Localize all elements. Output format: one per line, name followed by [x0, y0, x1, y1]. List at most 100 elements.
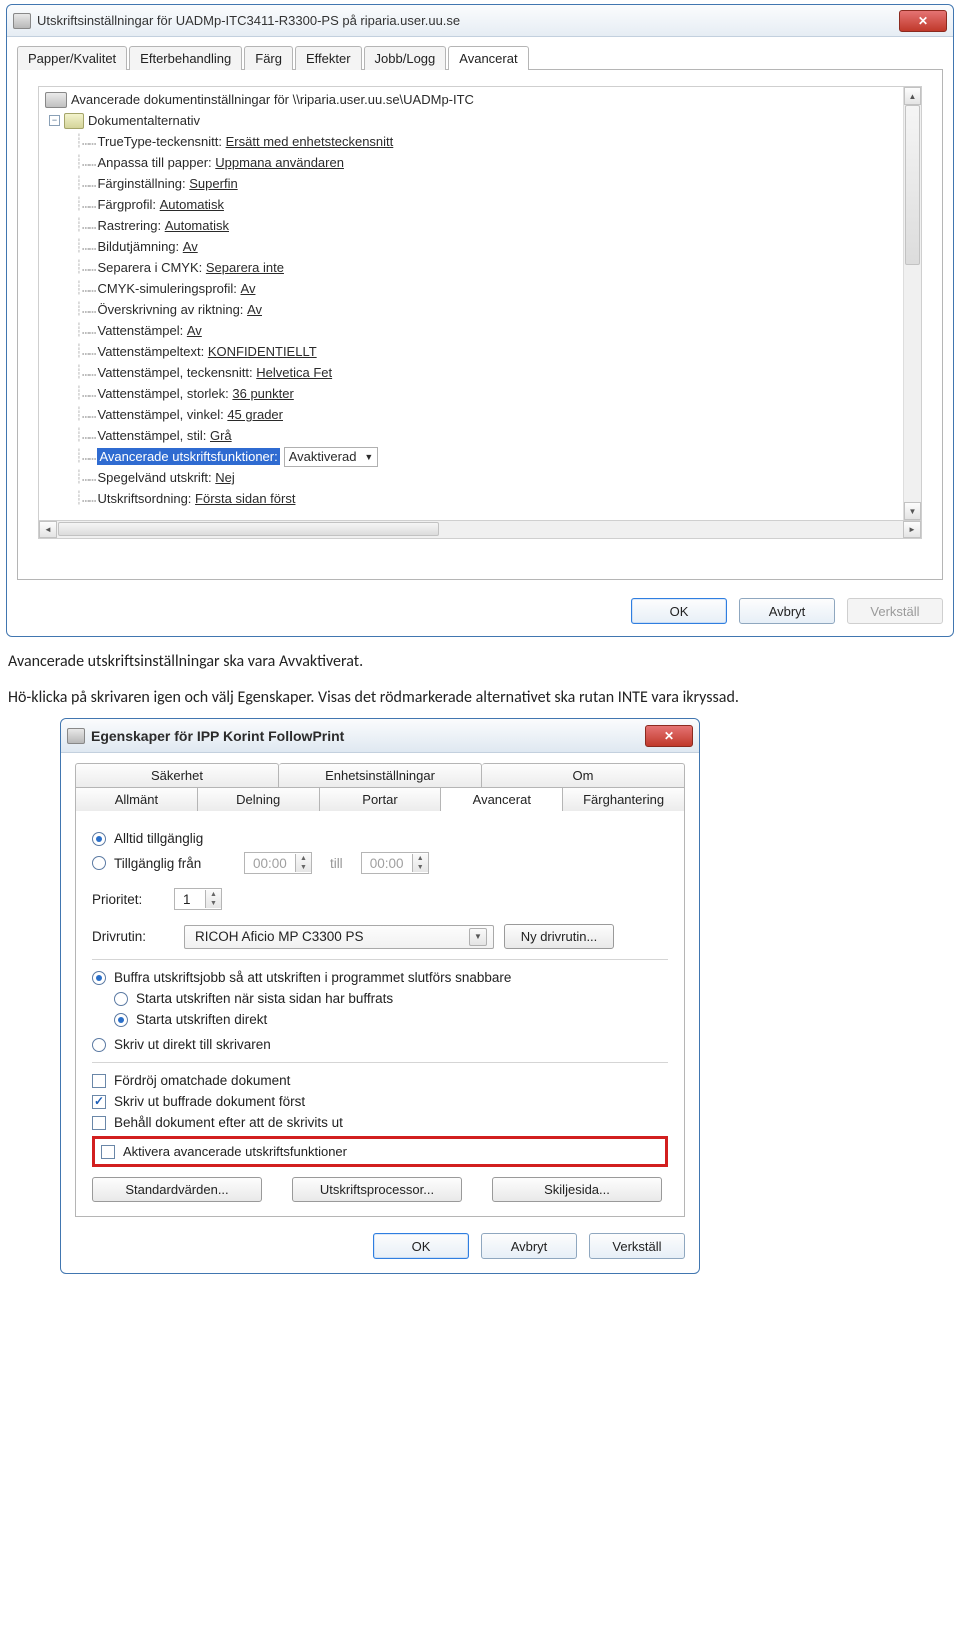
enable-advanced-label: Aktivera avancerade utskriftsfunktioner [123, 1144, 347, 1159]
tree-root[interactable]: Avancerade dokumentinställningar för \\r… [45, 89, 899, 110]
tree-item[interactable]: ┊……Rastrering: Automatisk [45, 215, 899, 236]
radio-print-direct[interactable] [92, 1038, 106, 1052]
doc-options-label: Dokumentalternativ [88, 113, 200, 128]
tab-general[interactable]: Allmänt [75, 787, 198, 811]
radio-always-available[interactable] [92, 832, 106, 846]
priority-spinner[interactable]: 1 ▲▼ [174, 888, 222, 910]
printer-properties-dialog: Egenskaper för IPP Korint FollowPrint ✕ … [60, 718, 700, 1274]
scroll-thumb[interactable] [905, 105, 920, 265]
start-after-row[interactable]: Starta utskriften när sista sidan har bu… [92, 991, 668, 1006]
tree-item[interactable]: ┊……Spegelvänd utskrift: Nej [45, 467, 899, 488]
tree-doc-options[interactable]: − Dokumentalternativ [45, 110, 899, 131]
apply-button[interactable]: Verkställ [589, 1233, 685, 1259]
tree-item[interactable]: ┊……Anpassa till papper: Uppmana användar… [45, 152, 899, 173]
tab-job-log[interactable]: Jobb/Logg [364, 46, 447, 70]
priority-row: Prioritet: 1 ▲▼ [92, 888, 668, 910]
ok-button[interactable]: OK [631, 598, 727, 624]
available-from-row[interactable]: Tillgänglig från 00:00 ▲▼ till 00:00 ▲▼ [92, 852, 668, 874]
printer-icon [45, 92, 67, 108]
scroll-right-icon[interactable]: ► [903, 521, 921, 538]
radio-available-from[interactable] [92, 856, 106, 870]
cancel-button[interactable]: Avbryt [481, 1233, 577, 1259]
print-processor-button[interactable]: Utskriftsprocessor... [292, 1177, 462, 1202]
instruction-text-2: Hö-klicka på skrivaren igen och välj Ege… [8, 687, 952, 709]
advanced-panel: Alltid tillgänglig Tillgänglig från 00:0… [75, 811, 685, 1217]
tree-item[interactable]: ┊……Separera i CMYK: Separera inte [45, 257, 899, 278]
tree-item[interactable]: ┊……Utskriftsordning: Första sidan först [45, 488, 899, 509]
always-available-row[interactable]: Alltid tillgänglig [92, 831, 668, 846]
vertical-scrollbar[interactable]: ▲ ▼ [903, 87, 921, 520]
tab-device-settings[interactable]: Enhetsinställningar [279, 763, 482, 787]
tab-ports[interactable]: Portar [320, 787, 442, 811]
close-button[interactable]: ✕ [899, 10, 947, 32]
tree-item[interactable]: ┊……Vattenstämpel, vinkel: 45 grader [45, 404, 899, 425]
chevron-down-icon: ▼ [296, 863, 311, 872]
radio-start-after-last[interactable] [114, 992, 128, 1006]
tree-item[interactable]: ┊……Bildutjämning: Av [45, 236, 899, 257]
document-options-icon [64, 113, 84, 129]
print-spooled-first-row[interactable]: Skriv ut buffrade dokument först [92, 1094, 668, 1109]
horizontal-scrollbar[interactable]: ◄ ► [38, 521, 922, 539]
tab-color-management[interactable]: Färghantering [563, 787, 685, 811]
cancel-button[interactable]: Avbryt [739, 598, 835, 624]
highlighted-option: Aktivera avancerade utskriftsfunktioner [92, 1136, 668, 1167]
chevron-down-icon[interactable]: ▼ [206, 899, 221, 908]
ok-button[interactable]: OK [373, 1233, 469, 1259]
scroll-thumb[interactable] [58, 522, 439, 536]
chevron-up-icon: ▲ [413, 854, 428, 863]
checkbox-keep-docs[interactable] [92, 1116, 106, 1130]
tab-paper-quality[interactable]: Papper/Kvalitet [17, 46, 127, 70]
tab-advanced[interactable]: Avancerat [448, 46, 528, 70]
titlebar[interactable]: Egenskaper för IPP Korint FollowPrint ✕ [61, 719, 699, 753]
tree-item[interactable]: ┊……Färgprofil: Automatisk [45, 194, 899, 215]
tree-item[interactable]: ┊……Vattenstämpel: Av [45, 320, 899, 341]
close-icon: ✕ [664, 729, 674, 743]
hold-mismatched-row[interactable]: Fördröj omatchade dokument [92, 1073, 668, 1088]
tree-item[interactable]: ┊……Överskrivning av riktning: Av [45, 299, 899, 320]
close-button[interactable]: ✕ [645, 725, 693, 747]
tab-advanced[interactable]: Avancerat [441, 787, 563, 811]
tab-sharing[interactable]: Delning [198, 787, 320, 811]
radio-spool[interactable] [92, 971, 106, 985]
collapse-icon[interactable]: − [49, 115, 60, 126]
selected-setting-label: Avancerade utskriftsfunktioner: [97, 448, 279, 465]
tab-security[interactable]: Säkerhet [75, 763, 279, 787]
start-direct-row[interactable]: Starta utskriften direkt [92, 1012, 668, 1027]
tree-item[interactable]: ┊……Vattenstämpel, stil: Grå [45, 425, 899, 446]
separator [92, 959, 668, 960]
tree-item[interactable]: ┊……Vattenstämpeltext: KONFIDENTIELLT [45, 341, 899, 362]
checkbox-spooled-first[interactable] [92, 1095, 106, 1109]
apply-button: Verkställ [847, 598, 943, 624]
spool-faster-row[interactable]: Buffra utskriftsjobb så att utskriften i… [92, 970, 668, 985]
tree-item-advanced-printing[interactable]: ┊…… Avancerade utskriftsfunktioner: Avak… [45, 446, 899, 467]
tree-item[interactable]: ┊……Vattenstämpel, storlek: 36 punkter [45, 383, 899, 404]
tab-color[interactable]: Färg [244, 46, 293, 70]
scroll-down-icon[interactable]: ▼ [904, 502, 921, 520]
keep-printed-row[interactable]: Behåll dokument efter att de skrivits ut [92, 1115, 668, 1130]
tree-root-label: Avancerade dokumentinställningar för \\r… [71, 92, 474, 107]
checkbox-hold-mismatched[interactable] [92, 1074, 106, 1088]
scroll-up-icon[interactable]: ▲ [904, 87, 921, 105]
scroll-left-icon[interactable]: ◄ [39, 521, 57, 538]
priority-label: Prioritet: [92, 892, 174, 907]
advanced-printing-combo[interactable]: Avaktiverad ▼ [284, 447, 379, 467]
new-driver-button[interactable]: Ny drivrutin... [504, 924, 614, 949]
tree-item[interactable]: ┊……TrueType-teckensnitt: Ersätt med enhe… [45, 131, 899, 152]
tab-effects[interactable]: Effekter [295, 46, 362, 70]
tree-item[interactable]: ┊……CMYK-simuleringsprofil: Av [45, 278, 899, 299]
printer-icon [67, 728, 85, 744]
print-direct-row[interactable]: Skriv ut direkt till skrivaren [92, 1037, 668, 1052]
tab-about[interactable]: Om [482, 763, 685, 787]
radio-start-immediately[interactable] [114, 1013, 128, 1027]
checkbox-enable-advanced[interactable] [101, 1145, 115, 1159]
tab-finishing[interactable]: Efterbehandling [129, 46, 242, 70]
chevron-up-icon[interactable]: ▲ [206, 890, 221, 899]
settings-tree: Avancerade dokumentinställningar för \\r… [38, 86, 922, 521]
titlebar[interactable]: Utskriftsinställningar för UADMp-ITC3411… [7, 5, 953, 37]
driver-combo[interactable]: RICOH Aficio MP C3300 PS ▼ [184, 925, 494, 949]
separator-page-button[interactable]: Skiljesida... [492, 1177, 662, 1202]
tree-item[interactable]: ┊……Vattenstämpel, teckensnitt: Helvetica… [45, 362, 899, 383]
tree-item[interactable]: ┊……Färginställning: Superfin [45, 173, 899, 194]
printing-defaults-button[interactable]: Standardvärden... [92, 1177, 262, 1202]
close-icon: ✕ [918, 14, 928, 28]
